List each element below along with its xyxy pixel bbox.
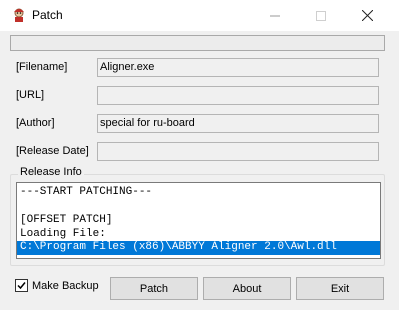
author-label: [Author] [16, 117, 55, 129]
release-info-title: Release Info [18, 166, 84, 178]
make-backup-label: Make Backup [32, 279, 99, 292]
log-line-selected[interactable]: C:\Program Files (x86)\ABBYY Aligner 2.0… [17, 241, 380, 255]
log-line[interactable]: Loading File: [20, 228, 106, 240]
release-date-field[interactable] [97, 142, 379, 161]
filename-field[interactable]: Aligner.exe [97, 58, 379, 77]
app-icon [11, 7, 27, 23]
checkmark-icon [17, 282, 26, 290]
release-date-label: [Release Date] [16, 145, 89, 157]
log-line[interactable]: ---START PATCHING--- [20, 186, 152, 198]
author-field[interactable]: special for ru-board [97, 114, 379, 133]
maximize-icon [316, 10, 326, 21]
make-backup-checkbox[interactable] [15, 279, 28, 292]
url-label: [URL] [16, 89, 45, 101]
close-button[interactable] [344, 0, 390, 31]
progress-bar [10, 35, 385, 51]
about-button[interactable]: About [203, 277, 291, 300]
make-backup-option[interactable]: Make Backup [15, 279, 99, 292]
close-icon [361, 10, 373, 21]
log-line[interactable]: [OFFSET PATCH] [20, 214, 112, 226]
minimize-button[interactable] [252, 0, 298, 31]
url-field[interactable] [97, 86, 379, 105]
patch-button[interactable]: Patch [110, 277, 198, 300]
window-title: Patch [32, 8, 63, 22]
exit-button[interactable]: Exit [296, 277, 384, 300]
filename-label: [Filename] [16, 61, 68, 73]
release-info-log[interactable]: ---START PATCHING--- [OFFSET PATCH] Load… [16, 182, 381, 259]
maximize-button[interactable] [298, 0, 344, 31]
minimize-icon [270, 15, 280, 16]
